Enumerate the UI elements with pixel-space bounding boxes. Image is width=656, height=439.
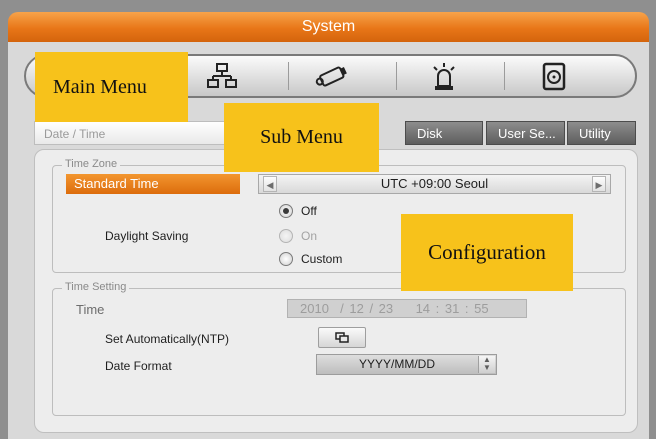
time-value-field[interactable]: 2010 / 12 / 23 14 : 31 : 55 bbox=[287, 299, 527, 318]
tab-label: Date / Time bbox=[44, 127, 106, 141]
tab-utility[interactable]: Utility bbox=[567, 121, 636, 145]
arrow-left-icon[interactable]: ◀ bbox=[263, 176, 277, 192]
daylight-saving-on-radio[interactable] bbox=[279, 229, 293, 243]
camera-icon[interactable] bbox=[315, 62, 347, 92]
menu-divider bbox=[504, 62, 505, 90]
time-zone-select[interactable]: ◀ UTC +09:00 Seoul ▶ bbox=[258, 174, 611, 194]
tab-label: Disk bbox=[417, 126, 443, 141]
daylight-saving-off-radio[interactable] bbox=[279, 204, 293, 218]
menu-divider bbox=[396, 62, 397, 90]
sub-menu-callout: Sub Menu bbox=[224, 103, 379, 172]
time-zone-group-title: Time Zone bbox=[62, 158, 121, 170]
network-icon[interactable] bbox=[207, 62, 237, 92]
menu-divider bbox=[288, 62, 289, 90]
daylight-saving-custom-radio[interactable] bbox=[279, 252, 293, 266]
spinner-icon[interactable]: ▲ ▼ bbox=[478, 356, 495, 373]
ntp-button[interactable] bbox=[318, 327, 366, 348]
time-value: 2010 / 12 / 23 14 : 31 : 55 bbox=[300, 301, 489, 316]
radio-label-on: On bbox=[301, 229, 318, 243]
tab-label: Utility bbox=[579, 126, 611, 141]
date-format-select[interactable]: YYYY/MM/DD ▲ ▼ bbox=[316, 354, 497, 375]
alarm-icon[interactable] bbox=[429, 62, 459, 92]
ntp-label: Set Automatically(NTP) bbox=[105, 332, 230, 346]
time-setting-group-title: Time Setting bbox=[62, 281, 130, 293]
radio-label-custom: Custom bbox=[301, 252, 343, 266]
radio-label-off: Off bbox=[301, 204, 317, 218]
storage-disk-icon[interactable] bbox=[539, 62, 569, 92]
date-format-value: YYYY/MM/DD bbox=[358, 357, 435, 371]
tab-label: User Se... bbox=[498, 126, 556, 141]
date-format-label: Date Format bbox=[105, 359, 172, 373]
tab-date-time[interactable]: Date / Time bbox=[34, 121, 244, 145]
window-title: System bbox=[301, 18, 356, 35]
tab-disk[interactable]: Disk bbox=[405, 121, 483, 145]
window-title-bar: System bbox=[8, 12, 649, 42]
main-menu-callout: Main Menu bbox=[35, 52, 188, 122]
arrow-right-icon[interactable]: ▶ bbox=[592, 176, 606, 192]
daylight-saving-label: Daylight Saving bbox=[105, 229, 189, 243]
configuration-callout: Configuration bbox=[401, 214, 573, 291]
standard-time-label: Standard Time bbox=[66, 174, 240, 194]
time-label: Time bbox=[76, 302, 105, 317]
time-zone-value: UTC +09:00 Seoul bbox=[380, 176, 489, 191]
window-icon bbox=[335, 332, 349, 343]
tab-user-settings[interactable]: User Se... bbox=[486, 121, 565, 145]
